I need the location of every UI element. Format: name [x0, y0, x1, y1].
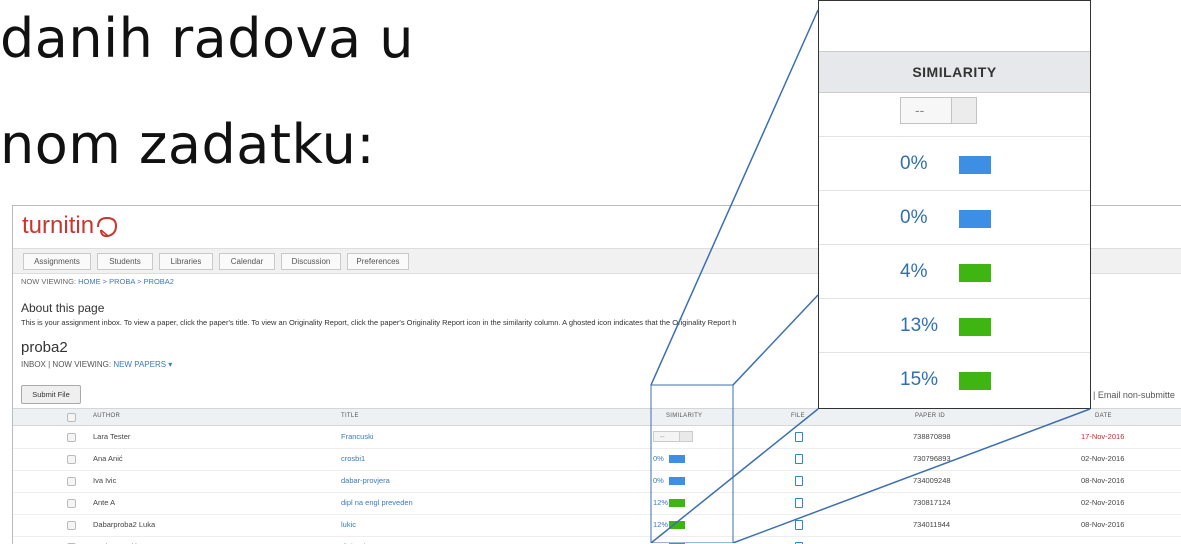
row-checkbox[interactable] — [67, 433, 76, 442]
ghost-report-icon[interactable]: -- — [653, 431, 693, 442]
tab-discussion[interactable]: Discussion — [281, 253, 341, 270]
tab-assignments[interactable]: Assignments — [23, 253, 91, 270]
submission-date: 02-Nov-2016 — [1081, 454, 1125, 463]
breadcrumb-prefix: NOW VIEWING: — [21, 277, 79, 286]
file-download-icon[interactable] — [795, 520, 803, 530]
submission-date: 08-Nov-2016 — [1081, 476, 1125, 485]
zoom-similarity-score: 0% — [900, 207, 928, 228]
zoom-similarity-row: 0% — [819, 190, 1090, 245]
paper-id: 734011944 — [913, 520, 950, 529]
paper-id: 730817124 — [913, 498, 951, 507]
paper-id: 738870898 — [913, 432, 951, 441]
zoom-similarity-row: 15% — [819, 352, 1090, 407]
col-similarity[interactable]: SIMILARITY — [666, 413, 702, 419]
similarity-zoom-callout: SIMILARITY -- 0% 0% 4% 13% 15% — [818, 0, 1091, 409]
submission-date: 08-Nov-2016 — [1081, 520, 1125, 529]
zoom-ghost-report-icon: -- — [900, 97, 977, 124]
paper-title-link[interactable]: lukic — [341, 520, 356, 529]
table-row: Iva Ivic dabar-provjera 0% 734009248 08-Nov-… — [13, 470, 1181, 493]
logo-text: turnitin — [22, 212, 95, 239]
col-paper-id[interactable]: PAPER ID — [915, 413, 945, 419]
similarity-bar[interactable] — [669, 477, 685, 485]
col-author[interactable]: AUTHOR — [93, 413, 120, 419]
view-dropdown[interactable]: NEW PAPERS ▾ — [113, 360, 172, 369]
slide-title-line-1: danih radova u — [0, 7, 415, 70]
table-row: Dabarproba2 Luka lukic 12% 734011944 08-Nov-… — [13, 514, 1181, 537]
table-row: Lara Tester Francuski -- 738870898 17-Nov-20… — [13, 426, 1181, 449]
table-row: Ana Anić crosbi1 0% 730796893 02-Nov-2016 — [13, 448, 1181, 471]
col-file[interactable]: FILE — [791, 413, 805, 419]
file-download-icon[interactable] — [795, 476, 803, 486]
tab-calendar[interactable]: Calendar — [219, 253, 275, 270]
file-download-icon[interactable] — [795, 498, 803, 508]
file-download-icon[interactable] — [795, 432, 803, 442]
tab-students[interactable]: Students — [97, 253, 153, 270]
row-checkbox[interactable] — [67, 499, 76, 508]
paper-id: 730796893 — [913, 454, 951, 463]
zoom-similarity-header: SIMILARITY — [819, 51, 1090, 93]
author-name: Dabarproba2 Luka — [93, 520, 156, 529]
zoom-similarity-bar — [959, 264, 991, 282]
paper-id: 734009248 — [913, 476, 951, 485]
zoom-similarity-bar — [959, 372, 991, 390]
zoom-similarity-score: 13% — [900, 315, 939, 336]
tab-libraries[interactable]: Libraries — [159, 253, 213, 270]
paper-title-link[interactable]: dipl na engl preveden — [341, 498, 413, 507]
table-header: AUTHOR TITLE SIMILARITY FILE PAPER ID DA… — [13, 408, 1181, 426]
assignment-title: proba2 — [21, 339, 68, 356]
turnitin-logo[interactable]: turnitin — [22, 212, 119, 240]
col-date[interactable]: DATE — [1095, 413, 1112, 419]
breadcrumb-path-link[interactable]: HOME > PROBA > PROBA2 — [78, 277, 174, 286]
similarity-bar[interactable] — [669, 521, 685, 529]
row-checkbox[interactable] — [67, 477, 76, 486]
author-name: Ante A — [93, 498, 116, 507]
col-title[interactable]: TITLE — [341, 413, 359, 419]
paper-title-link[interactable]: Francuski — [341, 432, 374, 441]
zoom-similarity-row: 0% — [819, 136, 1090, 191]
submission-date: 02-Nov-2016 — [1081, 498, 1125, 507]
zoom-similarity-bar — [959, 318, 991, 336]
submit-file-button[interactable]: Submit File — [21, 385, 81, 404]
paper-title-link[interactable]: crosbi1 — [341, 454, 365, 463]
select-all-checkbox[interactable] — [67, 413, 76, 422]
author-name: Lara Tester — [93, 432, 131, 441]
zoom-similarity-score: 4% — [900, 261, 928, 282]
file-download-icon[interactable] — [795, 454, 803, 464]
about-heading: About this page — [21, 301, 105, 315]
inbox-view-selector: INBOX | NOW VIEWING: NEW PAPERS ▾ — [21, 360, 172, 369]
slide-title-line-2: nom zadatku: — [0, 113, 376, 176]
breadcrumb: NOW VIEWING: HOME > PROBA > PROBA2 — [21, 277, 174, 286]
similarity-bar[interactable] — [669, 455, 685, 463]
zoom-similarity-score: 15% — [900, 369, 939, 390]
zoom-similarity-score: 0% — [900, 153, 928, 174]
logo-swirl-icon — [97, 216, 118, 237]
row-checkbox[interactable] — [67, 521, 76, 530]
paper-title-link[interactable]: dabar-provjera — [341, 476, 390, 485]
zoom-similarity-bar — [959, 210, 991, 228]
table-row: Ante Adipl na engl preveden 12% 730817124 0… — [13, 492, 1181, 515]
tab-preferences[interactable]: Preferences — [347, 253, 409, 270]
submission-date: 17-Nov-2016 — [1081, 432, 1125, 441]
zoom-similarity-row: 4% — [819, 244, 1090, 299]
author-name: Ana Anić — [93, 454, 123, 463]
row-checkbox[interactable] — [67, 455, 76, 464]
inbox-label: INBOX | NOW VIEWING: — [21, 360, 114, 369]
email-non-submitters-link[interactable]: s | Email non-submitte — [1086, 390, 1175, 400]
zoom-similarity-row: 13% — [819, 298, 1090, 353]
zoom-similarity-bar — [959, 156, 991, 174]
similarity-bar[interactable] — [669, 499, 685, 507]
author-name: Iva Ivic — [93, 476, 117, 485]
about-text: This is your assignment inbox. To view a… — [21, 318, 737, 327]
